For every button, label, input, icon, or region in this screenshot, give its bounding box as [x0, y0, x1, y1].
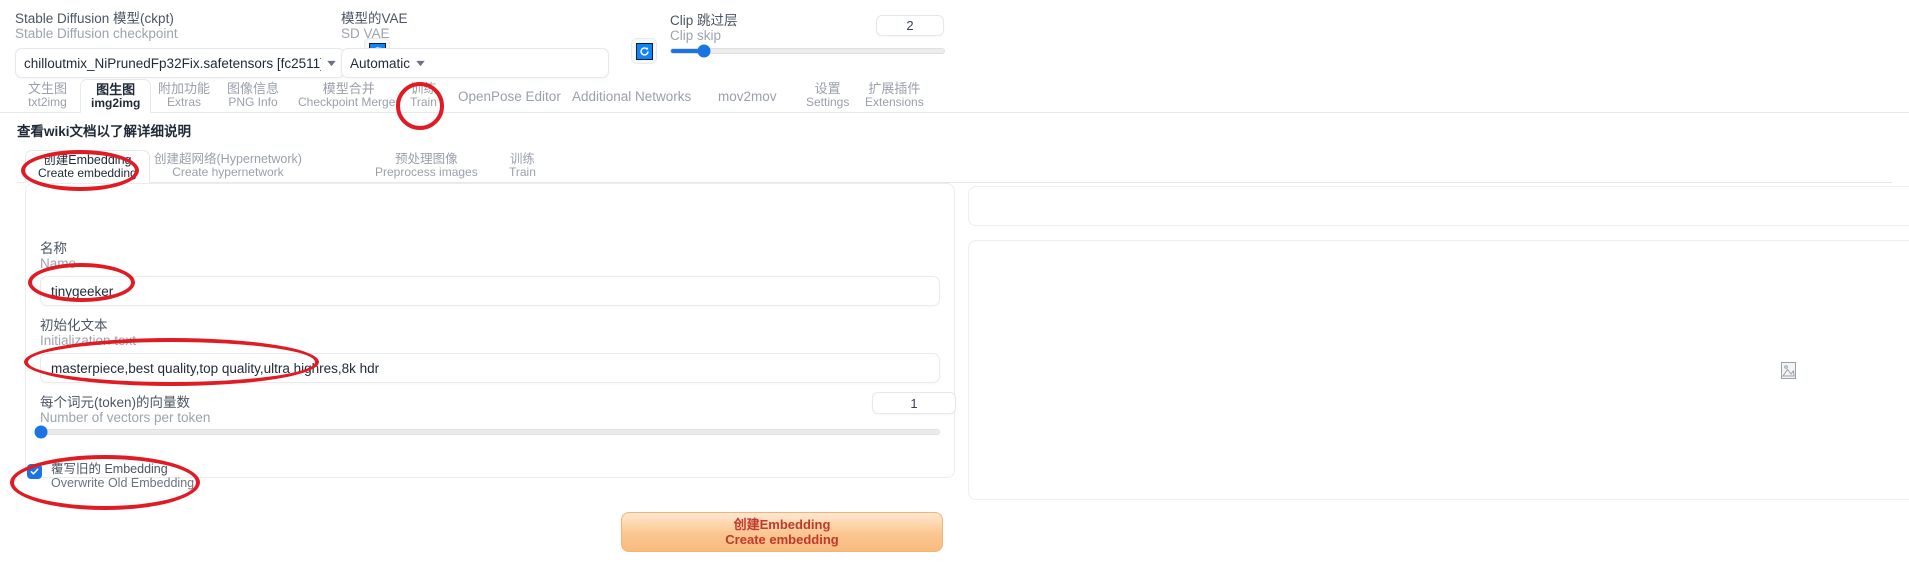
create-embedding-button[interactable]: 创建Embedding Create embedding — [621, 512, 943, 552]
stable-diffusion-webui: Stable Diffusion 模型(ckpt) Stable Diffusi… — [0, 0, 1909, 584]
checkpoint-dropdown[interactable]: chilloutmix_NiPrunedFp32Fix.safetensors … — [15, 48, 345, 78]
name-label-cn: 名称 — [40, 241, 67, 256]
create-embedding-button-label-en: Create embedding — [725, 531, 839, 547]
train-sub-tab-bar: 创建Embedding Create embedding 创建超网络(Hyper… — [17, 150, 1892, 183]
subtab-create-hypernetwork[interactable]: 创建超网络(Hypernetwork) Create hypernetwork — [142, 150, 314, 182]
tab-extensions[interactable]: 扩展插件 Extensions — [855, 79, 934, 111]
tab-train[interactable]: 训练 Train — [400, 79, 447, 111]
name-label-en: Name — [40, 256, 77, 271]
clip-skip-slider-thumb[interactable] — [697, 44, 711, 58]
tab-txt2img[interactable]: 文生图 txt2img — [18, 79, 77, 111]
init-text-label-en: Initialization text — [40, 333, 137, 348]
broken-image-icon — [1781, 361, 1796, 379]
vectors-label: 每个词元(token)的向量数 Number of vectors per to… — [40, 395, 210, 425]
subtab-preprocess-images[interactable]: 预处理图像 Preprocess images — [363, 150, 490, 182]
name-input[interactable]: tinygeeker — [40, 276, 940, 306]
wiki-note[interactable]: 查看wiki文档以了解详细说明 — [17, 120, 191, 140]
name-field-group: 名称 Name — [40, 241, 76, 271]
refresh-vae-button[interactable] — [631, 38, 657, 64]
clip-skip-label-en: Clip skip — [670, 28, 722, 43]
vae-value: Automatic — [350, 55, 411, 71]
output-gallery[interactable] — [968, 240, 1909, 500]
clip-skip-value: 2 — [906, 18, 914, 33]
overwrite-label-en: Overwrite Old Embedding — [51, 476, 195, 490]
clip-skip-group: Clip 跳过层 Clip skip — [670, 13, 738, 43]
main-tab-bar: 文生图 txt2img 图生图 img2img 附加功能 Extras 图像信息… — [0, 79, 1909, 113]
vae-label-cn: 模型的VAE — [341, 11, 408, 26]
create-embedding-button-label-cn: 创建Embedding — [733, 516, 831, 532]
overwrite-embedding-checkbox[interactable] — [27, 464, 42, 479]
vae-selector-group: 模型的VAE SD VAE Automatic ▼ — [341, 11, 641, 78]
tab-img2img[interactable]: 图生图 img2img — [80, 79, 152, 113]
clip-skip-slider[interactable] — [670, 44, 945, 58]
checkpoint-value: chilloutmix_NiPrunedFp32Fix.safetensors … — [24, 55, 322, 71]
chevron-down-icon: ▼ — [324, 58, 339, 68]
name-input-value: tinygeeker — [51, 283, 114, 299]
tab-openpose-editor[interactable]: OpenPose Editor — [448, 81, 571, 113]
checkpoint-label-en: Stable Diffusion checkpoint — [15, 26, 178, 41]
checkpoint-label-cn: Stable Diffusion 模型(ckpt) — [15, 11, 174, 26]
init-text-input[interactable]: masterpiece,best quality,top quality,ult… — [40, 353, 940, 383]
top-toolbar: Stable Diffusion 模型(ckpt) Stable Diffusi… — [0, 0, 1909, 84]
vectors-value-box[interactable]: 1 — [872, 392, 956, 414]
subtab-train[interactable]: 训练 Train — [497, 150, 548, 182]
init-text-label: 初始化文本 Initialization text — [40, 318, 136, 348]
tab-png-info[interactable]: 图像信息 PNG Info — [217, 79, 289, 111]
init-text-label-cn: 初始化文本 — [40, 318, 108, 333]
vae-dropdown[interactable]: Automatic ▼ — [341, 48, 609, 78]
init-text-input-value: masterpiece,best quality,top quality,ult… — [51, 360, 380, 376]
vectors-field-group: 每个词元(token)的向量数 Number of vectors per to… — [40, 395, 210, 425]
tab-mov2mov[interactable]: mov2mov — [708, 81, 787, 113]
vectors-slider-thumb[interactable] — [34, 425, 48, 439]
output-textbox[interactable] — [968, 186, 1909, 226]
checkpoint-selector-group: Stable Diffusion 模型(ckpt) Stable Diffusi… — [15, 11, 345, 78]
subtab-create-embedding[interactable]: 创建Embedding Create embedding — [25, 150, 150, 183]
overwrite-embedding-checkbox-row[interactable]: 覆写旧的 Embedding Overwrite Old Embedding — [27, 462, 194, 490]
name-label: 名称 Name — [40, 241, 76, 271]
clip-skip-value-box[interactable]: 2 — [876, 15, 944, 36]
vae-label: 模型的VAE SD VAE — [341, 11, 641, 41]
clip-skip-label: Clip 跳过层 Clip skip — [670, 13, 738, 43]
clip-skip-label-cn: Clip 跳过层 — [670, 13, 738, 28]
checkpoint-label: Stable Diffusion 模型(ckpt) Stable Diffusi… — [15, 11, 345, 41]
overwrite-embedding-label: 覆写旧的 Embedding Overwrite Old Embedding — [51, 462, 194, 490]
refresh-icon — [635, 42, 653, 60]
chevron-down-icon: ▼ — [413, 58, 428, 68]
tab-checkpoint-merger[interactable]: 模型合并 Checkpoint Merger — [288, 79, 409, 111]
tab-additional-networks[interactable]: Additional Networks — [562, 81, 701, 113]
vectors-value: 1 — [910, 395, 918, 411]
tab-extras[interactable]: 附加功能 Extras — [148, 79, 220, 111]
vae-label-en: SD VAE — [341, 26, 390, 41]
overwrite-label-cn: 覆写旧的 Embedding — [51, 462, 168, 476]
vectors-label-en: Number of vectors per token — [40, 410, 211, 425]
init-text-field-group: 初始化文本 Initialization text — [40, 318, 136, 348]
tab-settings[interactable]: 设置 Settings — [796, 79, 859, 111]
vectors-label-cn: 每个词元(token)的向量数 — [40, 395, 191, 410]
create-embedding-form: 名称 Name tinygeeker 初始化文本 Initialization … — [25, 183, 956, 478]
vectors-slider[interactable] — [34, 425, 940, 439]
